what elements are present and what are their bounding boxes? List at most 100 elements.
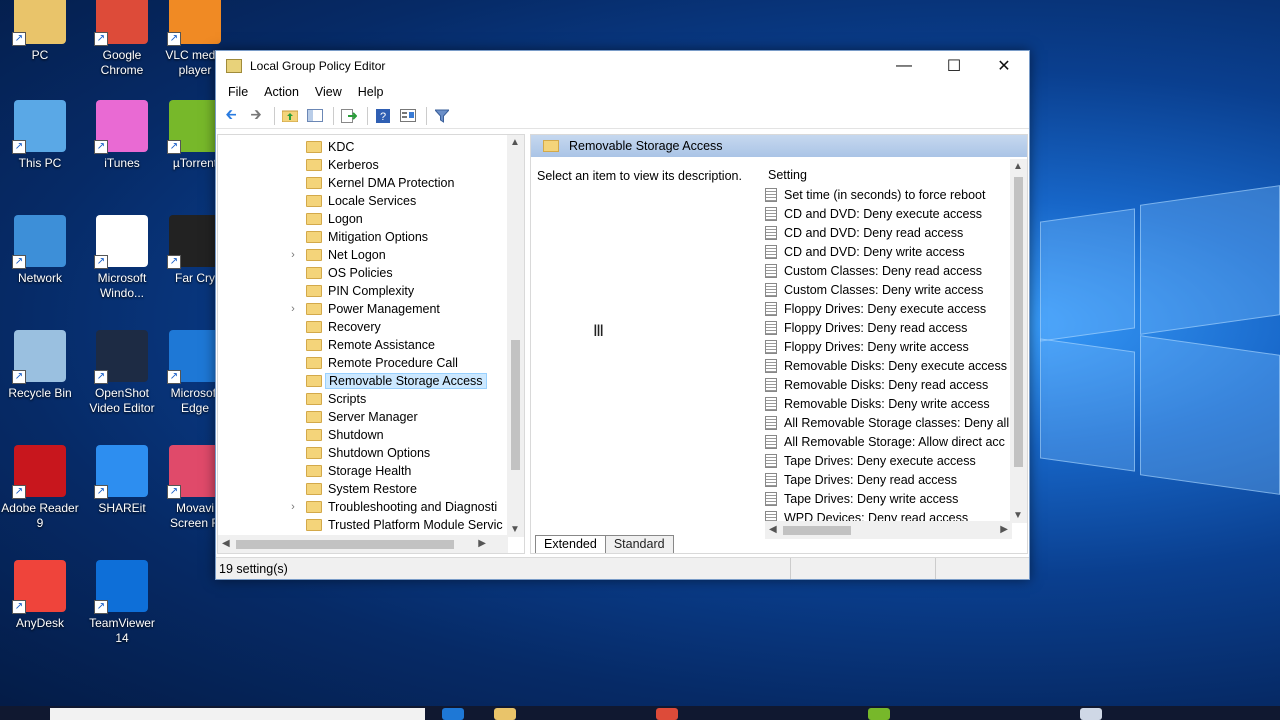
setting-column-header[interactable]: Setting bbox=[768, 168, 807, 182]
tree-item[interactable]: Kernel DMA Protection bbox=[218, 174, 508, 192]
setting-row[interactable]: Removable Disks: Deny read access bbox=[765, 375, 1011, 394]
setting-row[interactable]: CD and DVD: Deny execute access bbox=[765, 204, 1011, 223]
tab-extended[interactable]: Extended bbox=[535, 535, 606, 553]
setting-row[interactable]: WPD Devices: Deny read access bbox=[765, 508, 1011, 521]
desktop-icon[interactable]: ↗ OpenShot Video Editor bbox=[83, 330, 161, 416]
tree-item[interactable]: Server Manager bbox=[218, 408, 508, 426]
shortcut-arrow-icon: ↗ bbox=[167, 370, 181, 384]
desktop-icon[interactable]: ↗ SHAREit bbox=[83, 445, 161, 516]
setting-row[interactable]: Floppy Drives: Deny execute access bbox=[765, 299, 1011, 318]
expand-chevron-icon[interactable]: › bbox=[288, 501, 298, 513]
properties-icon[interactable] bbox=[397, 106, 419, 126]
tree-item[interactable]: PIN Complexity bbox=[218, 282, 508, 300]
setting-row[interactable]: Custom Classes: Deny read access bbox=[765, 261, 1011, 280]
desktop-icon[interactable]: ↗ AnyDesk bbox=[1, 560, 79, 631]
scroll-up-arrow-icon[interactable]: ▲ bbox=[510, 137, 520, 148]
scroll-right-arrow-icon[interactable]: ▶ bbox=[1000, 524, 1008, 535]
tree-item[interactable]: Remote Assistance bbox=[218, 336, 508, 354]
desktop-icon[interactable]: ↗ Google Chrome bbox=[83, 0, 161, 78]
filter-icon[interactable] bbox=[431, 106, 453, 126]
title-bar[interactable]: Local Group Policy Editor — ☐ ✕ bbox=[216, 51, 1029, 81]
utorrent-taskbar-icon[interactable] bbox=[868, 708, 890, 720]
maximize-button[interactable]: ☐ bbox=[929, 51, 979, 81]
desktop-icon[interactable]: ↗ iTunes bbox=[83, 100, 161, 171]
minimize-button[interactable]: — bbox=[879, 51, 929, 81]
tree-item[interactable]: Shutdown bbox=[218, 426, 508, 444]
scroll-left-arrow-icon[interactable]: ◀ bbox=[769, 524, 777, 535]
desktop-icon[interactable]: ↗ Adobe Reader 9 bbox=[1, 445, 79, 531]
back-arrow-icon[interactable]: 🡰 bbox=[220, 106, 242, 126]
desktop-icon[interactable]: ↗ Microsoft Windo... bbox=[83, 215, 161, 301]
desktop-icon[interactable]: ↗ TeamViewer 14 bbox=[83, 560, 161, 646]
setting-row[interactable]: CD and DVD: Deny read access bbox=[765, 223, 1011, 242]
menu-view[interactable]: View bbox=[307, 85, 350, 99]
help-icon[interactable]: ? bbox=[372, 106, 394, 126]
desktop-icon[interactable]: ↗ PC bbox=[1, 0, 79, 63]
tree-hscroll-thumb[interactable] bbox=[236, 540, 454, 549]
up-folder-icon[interactable] bbox=[279, 106, 301, 126]
tree-item[interactable]: › Troubleshooting and Diagnosti bbox=[218, 498, 508, 516]
chrome-taskbar-icon[interactable] bbox=[656, 708, 678, 720]
setting-label: Custom Classes: Deny read access bbox=[784, 263, 982, 278]
tree-item[interactable]: Shutdown Options bbox=[218, 444, 508, 462]
file-explorer-taskbar-icon[interactable] bbox=[494, 708, 516, 720]
menu-action[interactable]: Action bbox=[256, 85, 307, 99]
tree-item-label: Troubleshooting and Diagnosti bbox=[328, 500, 498, 514]
setting-row[interactable]: Tape Drives: Deny write access bbox=[765, 489, 1011, 508]
setting-row[interactable]: Tape Drives: Deny execute access bbox=[765, 451, 1011, 470]
setting-row[interactable]: Floppy Drives: Deny read access bbox=[765, 318, 1011, 337]
settings-horizontal-scrollbar[interactable]: ◀ ▶ bbox=[765, 521, 1012, 539]
scroll-left-arrow-icon[interactable]: ◀ bbox=[222, 538, 230, 549]
show-hide-tree-icon[interactable] bbox=[304, 106, 326, 126]
menu-help[interactable]: Help bbox=[350, 85, 392, 99]
tree-item[interactable]: › Net Logon bbox=[218, 246, 508, 264]
tree-item[interactable]: KDC bbox=[218, 138, 508, 156]
tree-scroll-thumb[interactable] bbox=[511, 340, 520, 470]
setting-row[interactable]: Tape Drives: Deny read access bbox=[765, 470, 1011, 489]
policy-editor-taskbar-icon[interactable] bbox=[1080, 708, 1102, 720]
setting-row[interactable]: All Removable Storage classes: Deny all bbox=[765, 413, 1011, 432]
export-list-icon[interactable] bbox=[338, 106, 360, 126]
menu-file[interactable]: File bbox=[220, 85, 256, 99]
desktop-icon[interactable]: ↗ Network bbox=[1, 215, 79, 286]
tree-item[interactable]: Trusted Platform Module Servic bbox=[218, 516, 508, 534]
setting-row[interactable]: Custom Classes: Deny write access bbox=[765, 280, 1011, 299]
tree-item[interactable]: System Restore bbox=[218, 480, 508, 498]
forward-arrow-icon[interactable]: 🡲 bbox=[245, 106, 267, 126]
tree-item[interactable]: Logon bbox=[218, 210, 508, 228]
desktop-icon[interactable]: ↗ Recycle Bin bbox=[1, 330, 79, 401]
scroll-right-arrow-icon[interactable]: ▶ bbox=[478, 538, 486, 549]
edge-taskbar-icon[interactable] bbox=[442, 708, 464, 720]
tree-item[interactable]: OS Policies bbox=[218, 264, 508, 282]
close-button[interactable]: ✕ bbox=[979, 51, 1029, 81]
tree-horizontal-scrollbar[interactable]: ◀ ▶ bbox=[218, 535, 508, 553]
expand-chevron-icon[interactable]: › bbox=[288, 249, 298, 261]
tree-item[interactable]: Mitigation Options bbox=[218, 228, 508, 246]
tree-item[interactable]: Remote Procedure Call bbox=[218, 354, 508, 372]
tree-item[interactable]: Removable Storage Access bbox=[218, 372, 508, 390]
expand-chevron-icon[interactable]: › bbox=[288, 303, 298, 315]
tab-standard[interactable]: Standard bbox=[604, 535, 674, 553]
settings-scroll-thumb[interactable] bbox=[1014, 177, 1023, 467]
taskbar-search-box[interactable] bbox=[50, 708, 425, 720]
folder-icon bbox=[306, 141, 322, 153]
tree-item[interactable]: Storage Health bbox=[218, 462, 508, 480]
desktop-icon[interactable]: ↗ This PC bbox=[1, 100, 79, 171]
scroll-up-arrow-icon[interactable]: ▲ bbox=[1013, 161, 1023, 172]
tree-item[interactable]: › Power Management bbox=[218, 300, 508, 318]
setting-row[interactable]: Set time (in seconds) to force reboot bbox=[765, 185, 1011, 204]
settings-hscroll-thumb[interactable] bbox=[783, 526, 851, 535]
setting-row[interactable]: CD and DVD: Deny write access bbox=[765, 242, 1011, 261]
tree-item[interactable]: Scripts bbox=[218, 390, 508, 408]
tree-item[interactable]: Kerberos bbox=[218, 156, 508, 174]
setting-row[interactable]: All Removable Storage: Allow direct acc bbox=[765, 432, 1011, 451]
tree-item[interactable]: Recovery bbox=[218, 318, 508, 336]
setting-row[interactable]: Floppy Drives: Deny write access bbox=[765, 337, 1011, 356]
settings-vertical-scrollbar[interactable]: ▲ ▼ bbox=[1010, 159, 1027, 523]
scroll-down-arrow-icon[interactable]: ▼ bbox=[1013, 510, 1023, 521]
tree-vertical-scrollbar[interactable]: ▲ ▼ bbox=[507, 135, 524, 537]
scroll-down-arrow-icon[interactable]: ▼ bbox=[510, 524, 520, 535]
setting-row[interactable]: Removable Disks: Deny execute access bbox=[765, 356, 1011, 375]
setting-row[interactable]: Removable Disks: Deny write access bbox=[765, 394, 1011, 413]
tree-item[interactable]: Locale Services bbox=[218, 192, 508, 210]
